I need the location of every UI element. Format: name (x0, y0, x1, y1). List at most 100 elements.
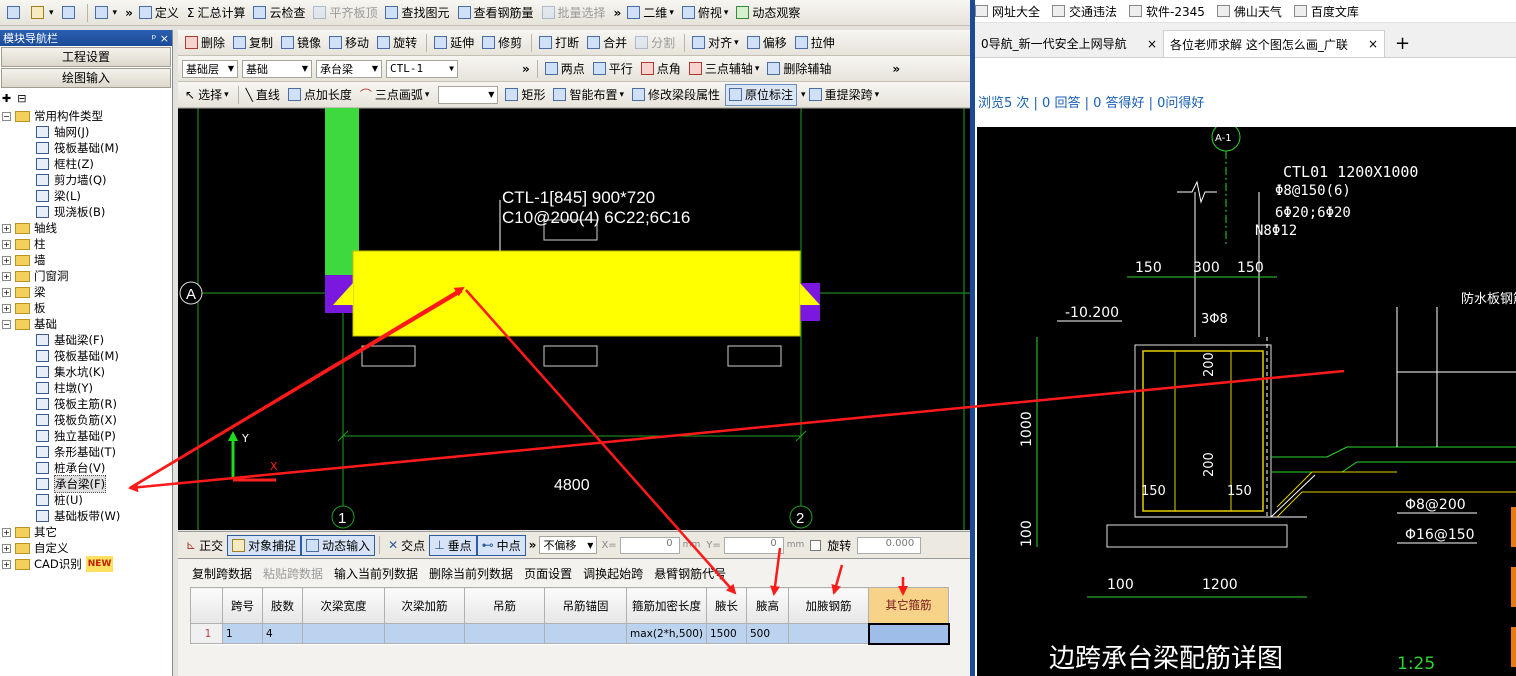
tree-node[interactable]: 独立基础(P) (36, 428, 116, 444)
tree-node[interactable]: 基础梁(F) (36, 332, 104, 348)
column-header[interactable]: 次梁宽度 (302, 587, 385, 624)
span-toolbar-button[interactable]: 删除当前列数据 (429, 565, 513, 582)
expand-icon[interactable]: + (2, 559, 11, 569)
delete-button[interactable]: 删除 (182, 32, 228, 54)
y-coord-input[interactable]: 0 (723, 536, 784, 554)
annotation-box[interactable] (727, 345, 782, 367)
expand-icon[interactable]: + (2, 223, 11, 233)
close-icon[interactable]: × (160, 32, 169, 45)
align-dropdown[interactable]: 对齐 ▾ (689, 32, 742, 54)
tree-node[interactable]: 集水坑(K) (36, 364, 105, 380)
rect-button[interactable]: 矩形 (502, 84, 548, 106)
extend-button[interactable]: 延伸 (431, 32, 477, 54)
column-header[interactable]: 腋高 (746, 587, 789, 624)
tree-node[interactable]: 桩(U) (36, 492, 83, 508)
tree-node[interactable]: 筏板负筋(X) (36, 412, 117, 428)
table-cell[interactable] (544, 623, 627, 644)
span-toolbar-button[interactable]: 输入当前列数据 (334, 565, 418, 582)
span-toolbar-button[interactable]: 页面设置 (524, 565, 572, 582)
batch-select-button[interactable]: 批量选择 (539, 2, 609, 24)
expand-icon[interactable]: + (2, 255, 11, 265)
bookmark-link[interactable]: 网址大全 (975, 3, 1040, 20)
collapse-all-icon[interactable]: ⊟ (17, 92, 26, 105)
table-cell[interactable]: 1 (222, 623, 263, 644)
overflow-icon[interactable]: » (125, 6, 133, 20)
three-point-aux-dropdown[interactable]: 三点辅轴 ▾ (686, 58, 763, 80)
annotation-box[interactable] (361, 345, 416, 367)
expand-icon[interactable]: + (2, 303, 11, 313)
view-2d-dropdown[interactable]: 二维 ▾ (624, 2, 677, 24)
split-button[interactable]: 分割 (632, 32, 678, 54)
expand-icon[interactable]: + (2, 543, 11, 553)
table-cell[interactable] (384, 623, 465, 644)
expand-icon[interactable]: + (2, 271, 11, 281)
ortho-toggle[interactable]: ⊾ 正交 (182, 535, 227, 556)
dynamic-observe-button[interactable]: 动态观察 (733, 2, 803, 24)
column-header[interactable]: 吊筋 (464, 587, 545, 624)
tree-node[interactable]: + 墙 (2, 252, 46, 268)
view-mode-dropdown[interactable]: 俯视 ▾ (679, 2, 732, 24)
new-button[interactable] (4, 2, 26, 24)
rotate-checkbox[interactable] (810, 539, 822, 551)
browser-tab[interactable]: 0导航_新一代安全上网导航 × (975, 30, 1163, 57)
beam-ctl-1[interactable] (353, 251, 800, 336)
move-button[interactable]: 移动 (326, 32, 372, 54)
category-select[interactable]: 基础 ▼ (242, 59, 312, 78)
expand-icon[interactable]: + (2, 287, 11, 297)
collapse-icon[interactable]: − (2, 111, 11, 121)
span-toolbar-button[interactable]: 悬臂钢筋代号 (654, 565, 726, 582)
tree-node[interactable]: 筏板基础(M) (36, 140, 119, 156)
original-annotation-button[interactable]: 原位标注 (725, 83, 798, 106)
tree-node[interactable]: 筏板主筋(R) (36, 396, 117, 412)
tree-node[interactable]: 轴网(J) (36, 124, 89, 140)
overflow-icon[interactable]: » (614, 6, 622, 20)
bookmark-link[interactable]: 佛山天气 (1216, 3, 1282, 20)
perpendicular-toggle[interactable]: ⊥ 垂点 (429, 534, 477, 556)
bookmark-link[interactable]: 软件-2345 (1129, 3, 1205, 20)
trim-button[interactable]: 修剪 (479, 32, 525, 54)
midpoint-toggle[interactable]: ⊷ 中点 (476, 534, 526, 556)
column-header[interactable]: 次梁加筋 (384, 587, 465, 624)
column-header[interactable]: 腋长 (706, 587, 747, 624)
table-cell[interactable] (302, 623, 385, 644)
pin-icon[interactable]: ᵖ (152, 32, 157, 45)
tree-node[interactable]: − 基础 (2, 316, 57, 332)
tab-close-icon[interactable]: × (1147, 37, 1157, 51)
merge-button[interactable]: 合并 (584, 32, 630, 54)
view-rebar-button[interactable]: 查看钢筋量 (455, 2, 537, 24)
table-cell[interactable] (464, 623, 545, 644)
column-header[interactable]: 其它箍筋 (868, 587, 949, 624)
table-cell[interactable]: max(2*h,500) (626, 623, 707, 644)
tree-node[interactable]: + 自定义 (2, 540, 69, 556)
new-tab-button[interactable]: + (1385, 30, 1420, 57)
expand-all-icon[interactable]: ✚ (2, 92, 11, 105)
name-select[interactable]: CTL-1 ▼ (386, 59, 458, 78)
collapse-icon[interactable]: − (2, 319, 11, 329)
tree-node[interactable]: + 梁 (2, 284, 46, 300)
re-extract-dropdown[interactable]: 重提梁跨 ▾ (806, 84, 883, 106)
mirror-button[interactable]: 镜像 (278, 32, 324, 54)
table-cell[interactable]: 4 (262, 623, 303, 644)
table-cell[interactable] (867, 622, 950, 645)
arc-option-select[interactable]: ▼ (438, 85, 499, 104)
project-settings-button[interactable]: 工程设置 (1, 47, 171, 67)
break-button[interactable]: 打断 (536, 32, 582, 54)
tree-node[interactable]: 现浇板(B) (36, 204, 105, 220)
point-length-button[interactable]: 点加长度 (285, 84, 355, 106)
stretch-button[interactable]: 拉伸 (792, 32, 838, 54)
tree-node[interactable]: 柱墩(Y) (36, 380, 93, 396)
three-arc-dropdown[interactable]: ⌒ 三点画弧 ▾ (357, 84, 433, 106)
table-cell[interactable] (788, 623, 869, 644)
x-coord-input[interactable]: 0 (619, 536, 680, 554)
undo-button[interactable]: ▾ (92, 2, 121, 24)
expand-icon[interactable]: + (2, 527, 11, 537)
annotation-box[interactable] (543, 345, 598, 367)
tree-node[interactable]: 条形基础(T) (36, 444, 116, 460)
span-toolbar-button[interactable]: 粘贴跨数据 (263, 565, 323, 582)
offset-button[interactable]: 偏移 (744, 32, 790, 54)
table-cell[interactable]: 500 (746, 623, 789, 644)
modify-span-button[interactable]: 修改梁段属性 (629, 84, 723, 106)
dynamic-input-toggle[interactable]: 动态输入 (301, 534, 376, 556)
column-header[interactable]: 跨号 (222, 587, 263, 624)
tree-node[interactable]: 梁(L) (36, 188, 81, 204)
